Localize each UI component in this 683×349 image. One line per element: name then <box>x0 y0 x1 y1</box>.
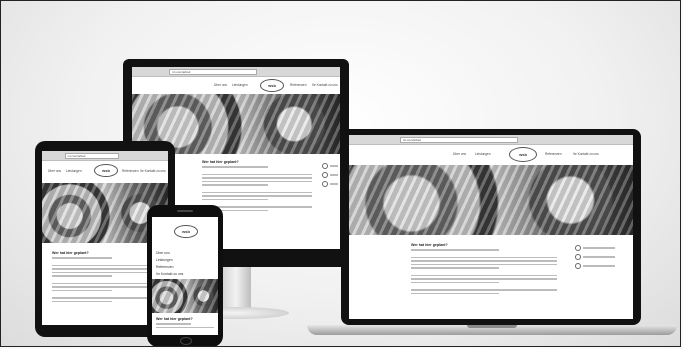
nav-item-services[interactable]: Leistungen <box>232 83 248 87</box>
home-button <box>180 337 192 345</box>
logo: wsb <box>509 147 537 162</box>
address-bar[interactable]: ivt.com/arbeit <box>400 137 518 143</box>
logo: wsb <box>94 164 118 177</box>
mobile-menu-item[interactable]: Leistungen <box>156 258 214 262</box>
nav-item-contact[interactable]: Ihr Kontakt zu uns <box>312 83 338 87</box>
main-content: Wer hat hier geplant? <box>411 243 557 295</box>
phone-screen: wsb Über uns Leistungen Referenzen Ihr K… <box>152 217 218 335</box>
mobile-menu-item[interactable]: Über uns <box>156 251 214 255</box>
browser-toolbar: ivt.com/arbeit <box>349 135 633 145</box>
nav-item-about[interactable]: Über uns <box>453 152 466 156</box>
address-bar[interactable]: ivt.com/arbeit <box>64 153 120 159</box>
mail-icon <box>575 263 581 269</box>
location-icon <box>575 254 581 260</box>
browser-toolbar: ivt.com/arbeit <box>42 151 168 161</box>
nav-item-contact[interactable]: Ihr Kontakt zu uns <box>573 152 599 156</box>
phone-speaker <box>177 210 193 212</box>
nav-item-services[interactable]: Leistungen <box>475 152 491 156</box>
mobile-menu: Über uns Leistungen Referenzen Ihr Konta… <box>156 251 214 279</box>
page-heading: Wer hat hier geplant? <box>411 243 448 247</box>
laptop: ivt.com/arbeit Über uns Leistungen wsb R… <box>307 129 680 341</box>
nav-item-about[interactable]: Über uns <box>48 169 61 173</box>
main-content: Wer hat hier geplant? <box>52 251 152 303</box>
phone-icon <box>575 245 581 251</box>
browser-toolbar: ivt.com/arbeit <box>132 67 340 77</box>
logo: wsb <box>174 225 198 238</box>
hero-image <box>349 165 633 235</box>
scene: ivt.com/arbeit Über uns Leistungen wsb R… <box>0 0 681 347</box>
nav-item-references[interactable]: Referenzen <box>545 152 561 156</box>
contact-sidebar <box>575 245 615 272</box>
nav-item-services[interactable]: Leistungen <box>66 169 82 173</box>
mobile-menu-item[interactable]: Ihr Kontakt zu uns <box>156 272 214 276</box>
hero-image <box>152 279 218 313</box>
address-bar[interactable]: ivt.com/arbeit <box>169 69 257 75</box>
nav-item-references[interactable]: Referenzen <box>122 169 138 173</box>
site-nav: Über uns Leistungen wsb Referenzen Ihr K… <box>42 161 168 181</box>
main-content: Wer hat hier geplant? <box>202 160 312 212</box>
mobile-menu-item[interactable]: Referenzen <box>156 265 214 269</box>
nav-item-contact[interactable]: Ihr Kontakt zu uns <box>140 169 166 173</box>
laptop-screen: ivt.com/arbeit Über uns Leistungen wsb R… <box>349 135 633 319</box>
page-heading: Wer hat hier geplant? <box>202 160 239 164</box>
nav-item-references[interactable]: Referenzen <box>290 83 306 87</box>
site-nav: Über uns Leistungen wsb Referenzen Ihr K… <box>349 145 633 163</box>
page-heading: Wer hat hier geplant? <box>52 251 89 255</box>
site-nav: Über uns Leistungen wsb Referenzen Ihr K… <box>132 77 340 93</box>
logo: wsb <box>260 79 284 92</box>
page-heading: Wer hat hier geplant? <box>156 317 193 321</box>
smartphone: wsb Über uns Leistungen Referenzen Ihr K… <box>147 205 223 346</box>
main-content: Wer hat hier geplant? <box>156 317 214 329</box>
nav-item-about[interactable]: Über uns <box>214 83 227 87</box>
